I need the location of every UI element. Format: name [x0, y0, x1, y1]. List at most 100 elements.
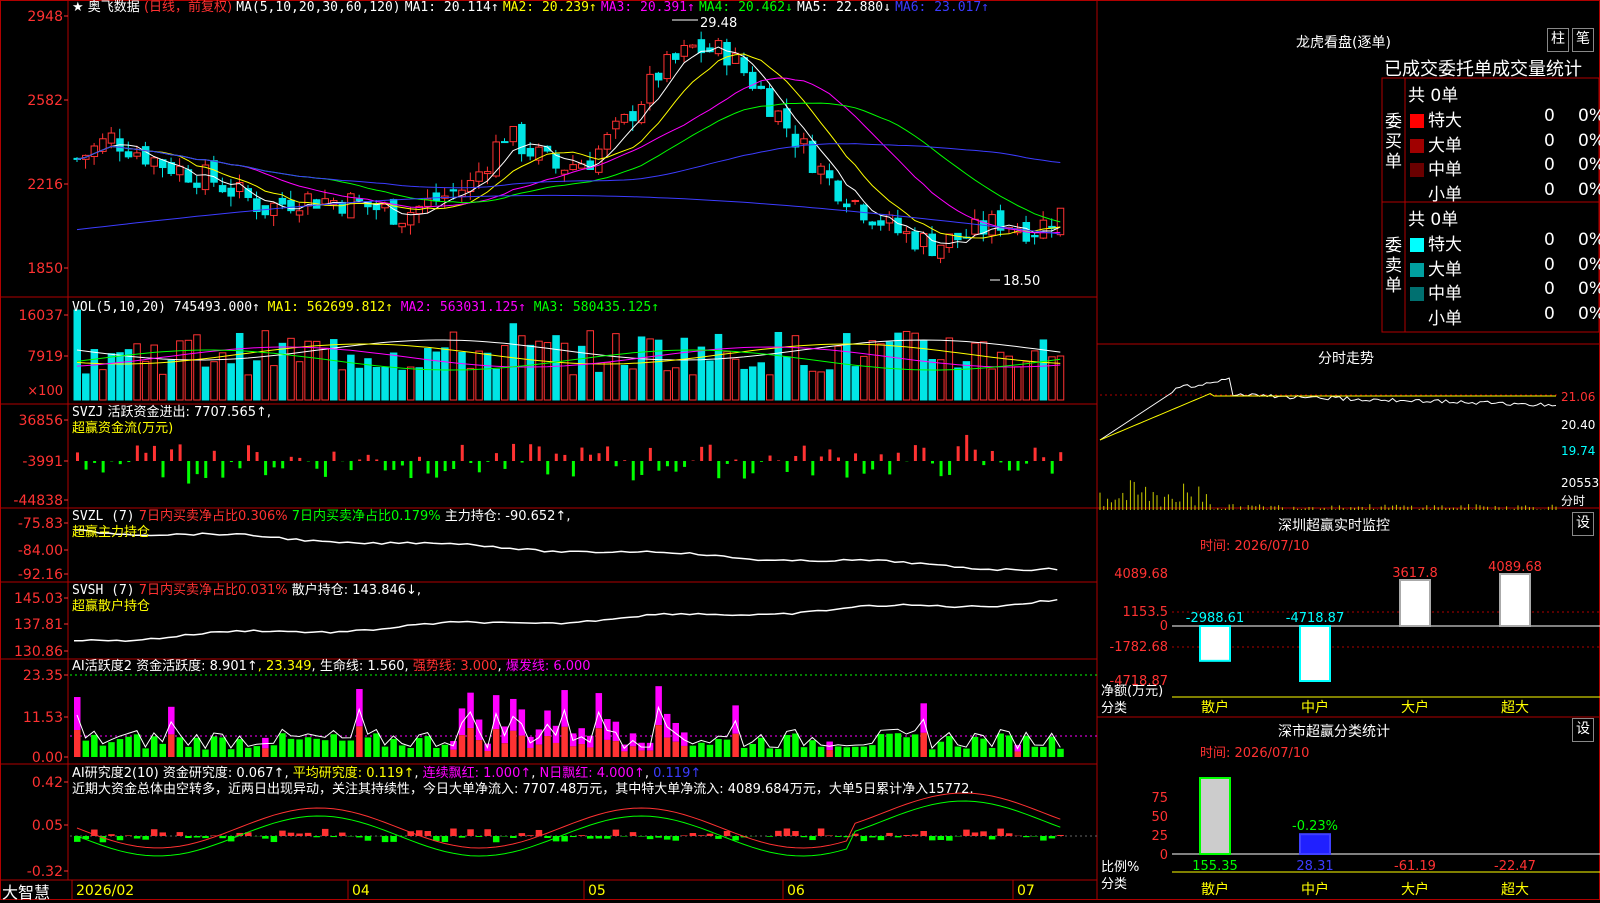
candle-body [450, 190, 457, 191]
ai1-bar [886, 734, 893, 757]
ai1-bar [91, 735, 98, 757]
volume-bar [596, 372, 603, 400]
svzj-bar [273, 461, 276, 467]
volume-bar [433, 352, 440, 400]
ma3-value: MA3: 20.391↑ [601, 0, 695, 15]
ai2-note: 近期大资金总体由空转多，近两日出现异动，关注其持续性，今日大单净流入: 7707… [72, 782, 974, 797]
cls-title: 深市超赢分类统计 [1278, 721, 1390, 741]
ai1-bar [313, 739, 320, 757]
svzj-bar [469, 461, 472, 463]
ai1-bar [946, 736, 953, 757]
volume-bar [407, 367, 414, 400]
low-price-label: 18.50 [1003, 274, 1040, 289]
ai2-c: 连续飘红: 1.000↑ [423, 766, 532, 781]
chart-stage[interactable]: 2948258222161850160377919×10036856-3991-… [0, 0, 1600, 900]
ai2-bar [835, 836, 842, 837]
svzl-b: 7日内买卖净占比0.179% [292, 509, 441, 524]
svzl-c: 主力持仓: -90.652↑, [445, 509, 571, 524]
ai1-bar [801, 747, 808, 757]
ai2-bar [578, 835, 585, 836]
volume-bar [989, 369, 996, 400]
ai1-bar [228, 749, 235, 757]
mon-bar [1500, 574, 1530, 626]
volume-bar [262, 331, 269, 400]
candle-body [878, 221, 885, 225]
svzj-bar [751, 461, 754, 473]
ai1-bar [433, 748, 440, 757]
cls-category: 超大 [1501, 882, 1529, 898]
cls-category: 中户 [1301, 881, 1329, 898]
svzj-bar [897, 453, 900, 461]
volume-bar [390, 353, 397, 400]
cls-settings-button[interactable]: 设 [1572, 718, 1594, 742]
ai2-bar [313, 836, 320, 837]
ai2-bar [997, 829, 1004, 836]
candle-body [519, 124, 526, 153]
svzl-ylabel: -84.00 [18, 543, 63, 559]
ai1-bar [980, 739, 987, 757]
volume-bar [886, 342, 893, 400]
candle-body [775, 111, 782, 122]
ai1-e: 爆发线: 6.000 [506, 659, 591, 674]
fs-r1: 21.06 [1561, 390, 1595, 404]
row-name: 大单 [1428, 136, 1462, 156]
svzj-bar [837, 457, 840, 461]
volume-bar [305, 341, 312, 400]
fs-r3: 19.74 [1561, 444, 1595, 458]
lh-row: 中单00% [1410, 155, 1595, 180]
candle-body [502, 142, 509, 143]
volume-bar [356, 368, 363, 400]
star-icon[interactable]: ★ [72, 0, 84, 15]
row-value: 0 [1544, 255, 1555, 275]
row-color-swatch [1410, 139, 1424, 153]
ai1-bar-top [673, 723, 680, 742]
ai2-bar [869, 836, 876, 837]
ai2-bar [1057, 835, 1064, 836]
cls-bar [1200, 778, 1230, 854]
row-value: 0 [1544, 180, 1555, 200]
cls-ylabel: 0 [1160, 848, 1168, 863]
ai1-bar-top [596, 693, 603, 728]
row-name: 中单 [1428, 284, 1462, 304]
svzj-bar [760, 461, 763, 462]
ai1-bar-bottom [476, 740, 483, 757]
mode-label[interactable]: (日线，前复权) [144, 0, 232, 15]
svzj-bar [1008, 461, 1011, 470]
volume-bar [211, 362, 218, 400]
ai2-bar [886, 833, 893, 836]
ai2-bar [322, 829, 329, 836]
row-percent: 0% [1578, 155, 1600, 175]
volume-bar [690, 375, 697, 400]
lh-title: 龙虎看盘(逐单) [1296, 32, 1391, 52]
ai2-bar [570, 836, 577, 837]
candle-body [356, 199, 363, 200]
svzj-bar [572, 461, 575, 476]
volume-bar [1032, 351, 1039, 400]
volume-bar [450, 332, 457, 400]
ai1-bar [758, 738, 765, 757]
volume-bar [1057, 356, 1064, 400]
bar-mode-button[interactable]: 柱 [1547, 28, 1569, 52]
ai2-bar [365, 836, 372, 841]
candle-body [929, 234, 936, 255]
mon-settings-button[interactable]: 设 [1572, 512, 1594, 536]
ai1-bar [741, 748, 748, 757]
tick-mode-button[interactable]: 笔 [1572, 28, 1594, 52]
volume-bar [621, 365, 628, 400]
svzj-bar [803, 446, 806, 461]
ai1-bar [1023, 736, 1030, 757]
ai1-bar [142, 748, 149, 757]
svzj-bar [427, 461, 430, 474]
volume-bar [570, 375, 577, 400]
mon-time: 时间: 2026/07/10 [1200, 535, 1309, 554]
svzj-bar [999, 461, 1002, 462]
ai1-bar [211, 736, 218, 757]
vol-title: VOL(5,10,20) [72, 300, 166, 315]
ai1-bar [929, 749, 936, 757]
vol-ylabel: 16037 [18, 308, 63, 324]
candle-body [1032, 235, 1039, 236]
svzj-bar [136, 445, 139, 461]
lh-header: 已成交委托单成交量统计 [1384, 55, 1582, 81]
ai1-bar [903, 737, 910, 757]
ai1-bar-bottom [826, 750, 833, 757]
